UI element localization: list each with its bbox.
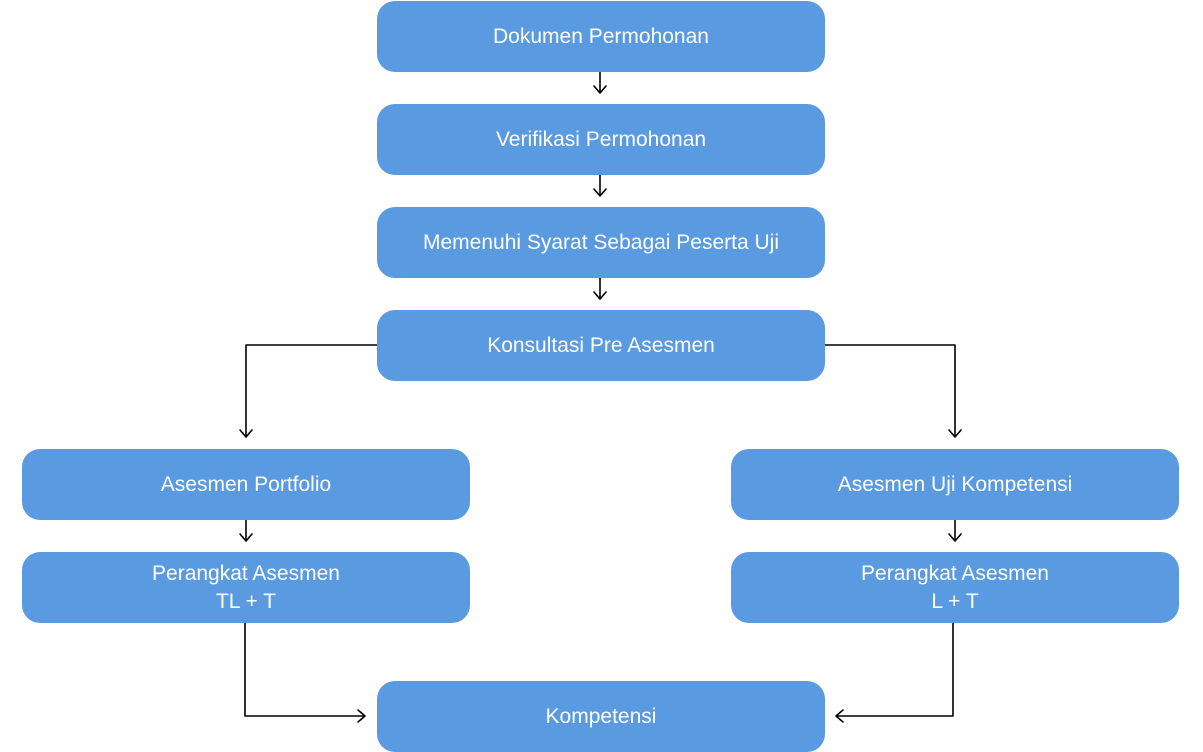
arrow-perangkat-left-to-kompetensi	[244, 622, 366, 723]
node-verifikasi-permohonan: Verifikasi Permohonan	[377, 104, 825, 175]
node-label: Konsultasi Pre Asesmen	[487, 333, 715, 357]
arrow-uji-kompetensi-to-perangkat	[948, 519, 962, 542]
node-label: Dokumen Permohonan	[493, 24, 709, 48]
node-label: Verifikasi Permohonan	[495, 127, 707, 151]
node-label: Asesmen Portfolio	[160, 472, 332, 496]
node-label: Kompetensi	[545, 704, 657, 728]
arrow-syarat-to-konsultasi	[593, 277, 607, 300]
arrow-dokumen-to-verifikasi	[593, 71, 607, 94]
node-asesmen-uji-kompetensi: Asesmen Uji Kompetensi	[731, 449, 1179, 520]
node-kompetensi: Kompetensi	[377, 681, 825, 752]
arrow-verifikasi-to-syarat	[593, 174, 607, 197]
node-asesmen-portfolio: Asesmen Portfolio	[22, 449, 470, 520]
node-perangkat-asesmen-l-t: Perangkat Asesmen L + T	[731, 552, 1179, 623]
node-memenuhi-syarat: Memenuhi Syarat Sebagai Peserta Uji	[377, 207, 825, 278]
node-label: Asesmen Uji Kompetensi	[837, 472, 1073, 496]
arrow-portfolio-to-perangkat	[239, 519, 253, 542]
arrow-konsultasi-to-uji-kompetensi	[824, 344, 962, 438]
node-dokumen-permohonan: Dokumen Permohonan	[377, 1, 825, 72]
node-konsultasi-pre-asesmen: Konsultasi Pre Asesmen	[377, 310, 825, 381]
arrow-perangkat-right-to-kompetensi	[835, 622, 954, 723]
node-label-line1: Perangkat Asesmen	[861, 561, 1049, 585]
node-perangkat-asesmen-tl-t: Perangkat Asesmen TL + T	[22, 552, 470, 623]
node-label-line1: Perangkat Asesmen	[152, 561, 340, 585]
node-label-line2: L + T	[931, 589, 979, 613]
node-label-line2: TL + T	[215, 589, 277, 613]
node-label: Memenuhi Syarat Sebagai Peserta Uji	[422, 230, 779, 254]
arrow-konsultasi-to-portfolio	[239, 344, 378, 438]
